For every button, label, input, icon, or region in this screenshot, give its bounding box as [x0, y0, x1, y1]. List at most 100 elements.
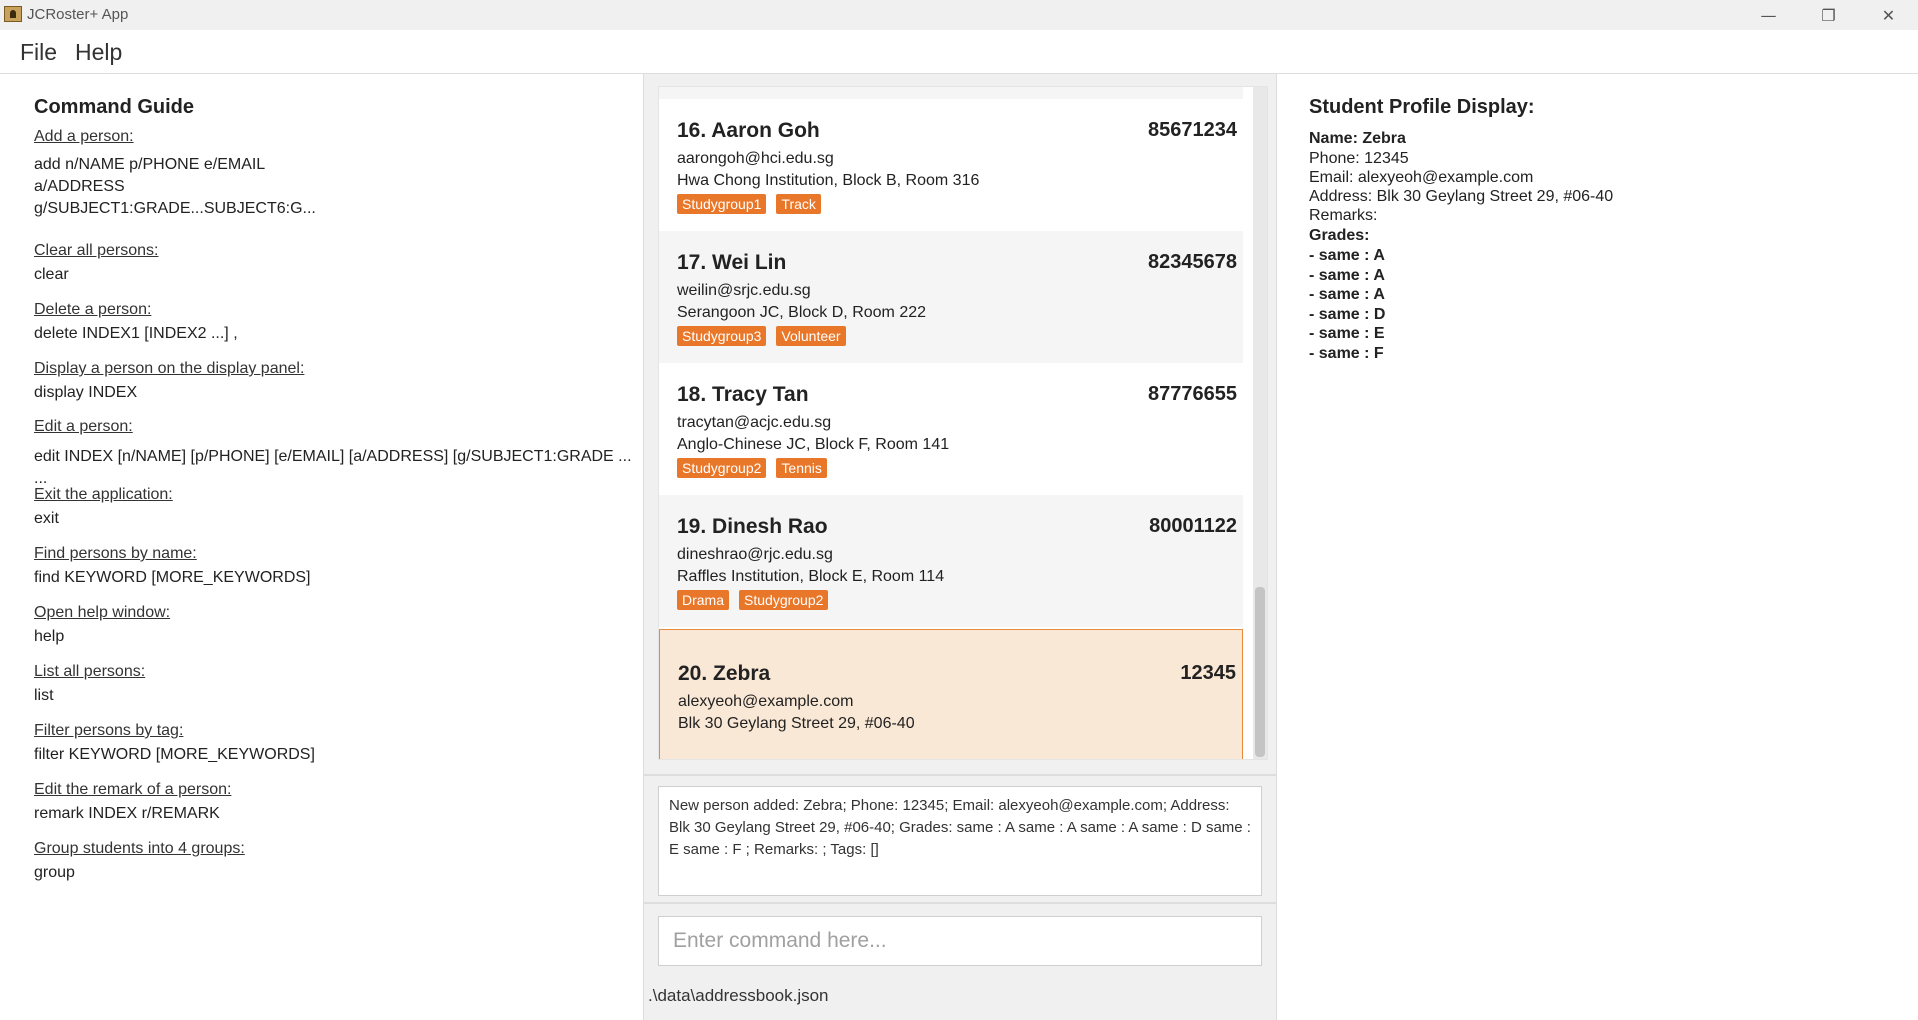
- person-list[interactable]: 16. Aaron Goh 85671234 aarongoh@hci.edu.…: [658, 86, 1268, 760]
- tag: Studygroup2: [677, 458, 767, 478]
- guide-command: clear: [34, 266, 69, 283]
- guide-label: Open help window:: [34, 604, 171, 621]
- person-card[interactable]: 16. Aaron Goh 85671234 aarongoh@hci.edu.…: [659, 99, 1243, 231]
- app-icon: [4, 6, 22, 22]
- guide-command: group: [34, 864, 75, 881]
- guide-entry-remark: Edit the remark of a person: remark INDE…: [34, 779, 634, 825]
- person-phone: 12345: [1180, 662, 1236, 684]
- person-phone: 80001122: [1149, 515, 1237, 537]
- guide-entry-group: Group students into 4 groups: group: [34, 838, 634, 884]
- guide-entry-help: Open help window: help: [34, 602, 634, 648]
- tag: Track: [776, 194, 821, 214]
- person-card[interactable]: 19. Dinesh Rao 80001122 dineshrao@rjc.ed…: [659, 495, 1243, 627]
- tag-list: Studygroup2 Tennis: [677, 458, 827, 478]
- guide-command: delete INDEX1 [INDEX2 ...] ,: [34, 325, 238, 342]
- person-email: dineshrao@rjc.edu.sg: [677, 546, 833, 563]
- menu-bar: File Help: [0, 30, 1918, 74]
- guide-entry-delete: Delete a person: delete INDEX1 [INDEX2 .…: [34, 299, 634, 345]
- guide-label: Add a person:: [34, 128, 134, 145]
- profile-grade: - same : A: [1309, 247, 1385, 264]
- person-card[interactable]: 17. Wei Lin 82345678 weilin@srjc.edu.sg …: [659, 231, 1243, 363]
- guide-label: Edit a person:: [34, 418, 133, 435]
- menu-file[interactable]: File: [20, 39, 57, 66]
- guide-entry-display: Display a person on the display panel: d…: [34, 358, 634, 404]
- title-bar: JCRoster+ App — ❐ ✕: [0, 0, 1918, 30]
- guide-label: Edit the remark of a person:: [34, 781, 232, 798]
- tag: Volunteer: [776, 326, 846, 346]
- student-profile-panel: Student Profile Display: Name: Zebra Pho…: [1276, 74, 1918, 1020]
- profile-remarks: Remarks:: [1309, 207, 1378, 224]
- person-email: alexyeoh@example.com: [678, 693, 854, 710]
- scrollbar-thumb[interactable]: [1255, 587, 1265, 757]
- tag: Studygroup2: [739, 590, 829, 610]
- guide-command: remark INDEX r/REMARK: [34, 805, 220, 822]
- tag: Studygroup3: [677, 326, 767, 346]
- guide-entry-find: Find persons by name: find KEYWORD [MORE…: [34, 543, 634, 589]
- window-title: JCRoster+ App: [27, 6, 129, 23]
- person-address: Serangoon JC, Block D, Room 222: [677, 304, 927, 321]
- guide-entry-add: Add a person: add n/NAME p/PHONE e/EMAIL…: [34, 126, 634, 220]
- person-name: 19. Dinesh Rao: [677, 515, 828, 538]
- tag-list: Drama Studygroup2: [677, 590, 829, 610]
- profile-address: Address: Blk 30 Geylang Street 29, #06-4…: [1309, 188, 1614, 205]
- divider: [644, 902, 1276, 904]
- profile-grade: - same : D: [1309, 306, 1386, 323]
- guide-command: help: [34, 628, 65, 645]
- person-phone: 85671234: [1148, 119, 1237, 141]
- guide-command: exit: [34, 510, 59, 527]
- person-card[interactable]: 18. Tracy Tan 87776655 tracytan@acjc.edu…: [659, 363, 1243, 495]
- profile-grade: - same : E: [1309, 325, 1385, 342]
- result-display: New person added: Zebra; Phone: 12345; E…: [658, 786, 1262, 896]
- person-email: tracytan@acjc.edu.sg: [677, 414, 832, 431]
- guide-label: Find persons by name:: [34, 545, 197, 562]
- profile-name: Name: Zebra: [1309, 130, 1406, 147]
- guide-command: display INDEX: [34, 384, 138, 401]
- guide-entry-clear: Clear all persons: clear: [34, 240, 634, 286]
- minimize-button[interactable]: —: [1741, 0, 1796, 30]
- person-name: 20. Zebra: [678, 662, 771, 685]
- guide-label: Group students into 4 groups:: [34, 840, 245, 857]
- profile-phone: Phone: 12345: [1309, 150, 1409, 167]
- person-name: 16. Aaron Goh: [677, 119, 820, 142]
- guide-command: filter KEYWORD [MORE_KEYWORDS]: [34, 746, 315, 763]
- person-address: Raffles Institution, Block E, Room 114: [677, 568, 945, 585]
- guide-label: Clear all persons:: [34, 242, 159, 259]
- close-button[interactable]: ✕: [1861, 0, 1916, 30]
- tag-list: Studygroup1 Track: [677, 194, 821, 214]
- tag-list: Studygroup3 Volunteer: [677, 326, 846, 346]
- profile-email: Email: alexyeoh@example.com: [1309, 169, 1534, 186]
- guide-command: find KEYWORD [MORE_KEYWORDS]: [34, 569, 311, 586]
- maximize-button[interactable]: ❐: [1801, 0, 1856, 30]
- guide-entry-list: List all persons: list: [34, 661, 634, 707]
- person-name: 18. Tracy Tan: [677, 383, 809, 406]
- guide-label: Display a person on the display panel:: [34, 360, 305, 377]
- command-guide-panel: Command Guide Add a person: add n/NAME p…: [0, 74, 644, 1020]
- profile-grade: - same : F: [1309, 345, 1384, 362]
- tag: Drama: [677, 590, 730, 610]
- divider: [644, 774, 1276, 776]
- guide-label: Exit the application:: [34, 486, 173, 503]
- guide-command: list: [34, 687, 54, 704]
- person-address: Hwa Chong Institution, Block B, Room 316: [677, 172, 980, 189]
- guide-label: List all persons:: [34, 663, 146, 680]
- guide-entry-edit: Edit a person: edit INDEX [n/NAME] [p/PH…: [34, 416, 634, 490]
- guide-entry-exit: Exit the application: exit: [34, 484, 634, 530]
- tag: Studygroup1: [677, 194, 767, 214]
- guide-entry-filter: Filter persons by tag: filter KEYWORD [M…: [34, 720, 634, 766]
- list-item-partial: [659, 87, 1243, 99]
- person-name: 17. Wei Lin: [677, 251, 787, 274]
- profile-grade: - same : A: [1309, 286, 1385, 303]
- person-phone: 87776655: [1148, 383, 1237, 405]
- command-input[interactable]: [658, 916, 1262, 966]
- command-guide-title: Command Guide: [34, 96, 195, 118]
- guide-label: Filter persons by tag:: [34, 722, 184, 739]
- list-scrollbar[interactable]: [1253, 87, 1267, 759]
- menu-help[interactable]: Help: [75, 39, 122, 66]
- status-file-path: .\data\addressbook.json: [648, 986, 829, 1005]
- guide-label: Delete a person:: [34, 301, 152, 318]
- person-list-panel: 16. Aaron Goh 85671234 aarongoh@hci.edu.…: [644, 74, 1276, 1020]
- person-card-selected[interactable]: 20. Zebra 12345 alexyeoh@example.com Blk…: [659, 629, 1243, 759]
- person-email: aarongoh@hci.edu.sg: [677, 150, 834, 167]
- profile-grade: - same : A: [1309, 267, 1385, 284]
- person-email: weilin@srjc.edu.sg: [677, 282, 811, 299]
